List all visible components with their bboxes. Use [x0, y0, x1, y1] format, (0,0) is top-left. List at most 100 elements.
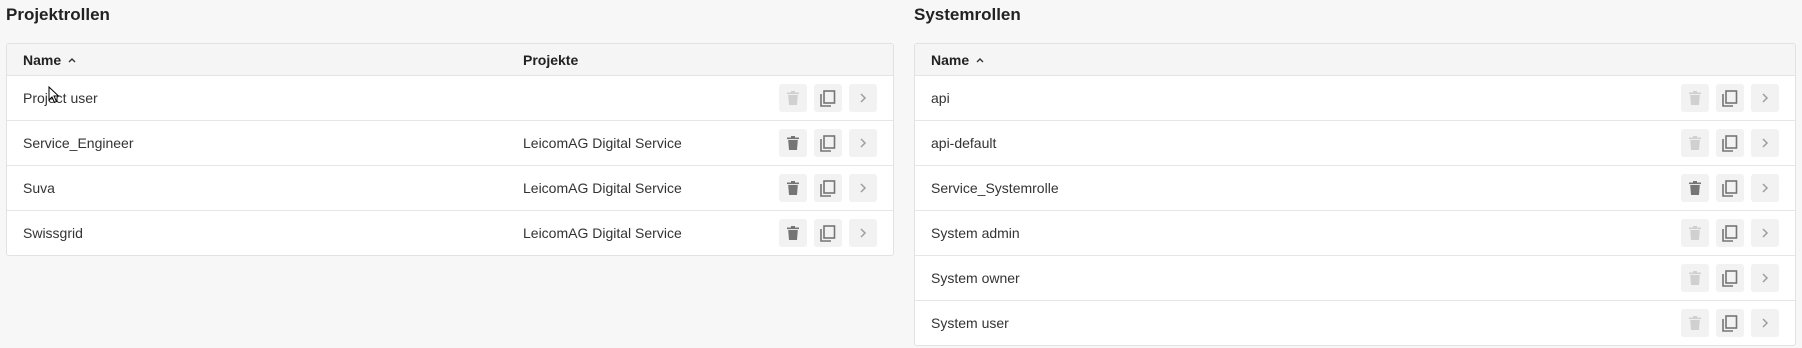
row-actions	[1681, 256, 1779, 300]
row-actions	[1681, 166, 1779, 210]
chevron-right-icon	[860, 93, 867, 103]
open-button[interactable]	[1751, 219, 1779, 247]
copy-button[interactable]	[1716, 84, 1744, 112]
table-header: Name Projekte	[7, 44, 893, 76]
open-button[interactable]	[849, 84, 877, 112]
table-row[interactable]: Project user	[7, 76, 893, 121]
open-button[interactable]	[1751, 174, 1779, 202]
open-button[interactable]	[1751, 129, 1779, 157]
trash-icon	[787, 91, 799, 105]
trash-icon	[1689, 271, 1701, 285]
open-button[interactable]	[1751, 309, 1779, 337]
project-roles-panel: Projektrollen Name Projekte Project user…	[6, 0, 894, 256]
row-actions	[1681, 121, 1779, 165]
chevron-right-icon	[1762, 183, 1769, 193]
name-column-header[interactable]: Name	[915, 52, 985, 68]
open-button[interactable]	[1751, 264, 1779, 292]
role-name: Service_Systemrolle	[931, 180, 1059, 196]
delete-button[interactable]	[1681, 129, 1709, 157]
table-header: Name	[915, 44, 1795, 76]
table-row[interactable]: api	[915, 76, 1795, 121]
chevron-right-icon	[1762, 273, 1769, 283]
trash-icon	[787, 136, 799, 150]
row-actions	[779, 211, 877, 255]
copy-button[interactable]	[814, 219, 842, 247]
delete-button[interactable]	[779, 84, 807, 112]
role-name: api	[931, 90, 950, 106]
table-row[interactable]: Suva LeicomAG Digital Service	[7, 166, 893, 211]
name-column-label: Name	[931, 51, 970, 68]
row-actions	[779, 166, 877, 210]
table-row[interactable]: System admin	[915, 211, 1795, 256]
delete-button[interactable]	[1681, 84, 1709, 112]
chevron-right-icon	[860, 138, 867, 148]
open-button[interactable]	[849, 129, 877, 157]
system-roles-panel: Systemrollen Name api api-default Service_…	[914, 0, 1796, 346]
copy-button[interactable]	[1716, 309, 1744, 337]
name-column-header[interactable]: Name	[7, 52, 523, 68]
delete-button[interactable]	[1681, 174, 1709, 202]
chevron-right-icon	[860, 228, 867, 238]
copy-button[interactable]	[814, 129, 842, 157]
copy-icon	[1722, 134, 1738, 152]
role-name: Suva	[23, 180, 55, 196]
copy-button[interactable]	[814, 84, 842, 112]
copy-icon	[1722, 269, 1738, 287]
row-actions	[1681, 211, 1779, 255]
copy-icon	[1722, 179, 1738, 197]
trash-icon	[1689, 226, 1701, 240]
project-roles-title: Projektrollen	[6, 5, 110, 24]
chevron-right-icon	[1762, 318, 1769, 328]
table-row[interactable]: Service_Systemrolle	[915, 166, 1795, 211]
row-actions	[1681, 76, 1779, 120]
role-project: LeicomAG Digital Service	[523, 135, 682, 151]
system-roles-table: Name api api-default Service_Systemrolle Sy…	[914, 43, 1796, 346]
trash-icon	[1689, 316, 1701, 330]
chevron-right-icon	[1762, 228, 1769, 238]
copy-button[interactable]	[1716, 219, 1744, 247]
table-row[interactable]: System user	[915, 301, 1795, 345]
trash-icon	[787, 226, 799, 240]
copy-button[interactable]	[1716, 129, 1744, 157]
row-actions	[779, 76, 877, 120]
delete-button[interactable]	[1681, 309, 1709, 337]
name-column-label: Name	[23, 51, 62, 68]
open-button[interactable]	[849, 174, 877, 202]
copy-icon	[820, 134, 836, 152]
delete-button[interactable]	[779, 129, 807, 157]
table-row[interactable]: System owner	[915, 256, 1795, 301]
open-button[interactable]	[849, 219, 877, 247]
chevron-up-icon	[68, 57, 76, 62]
role-project: LeicomAG Digital Service	[523, 225, 682, 241]
table-row[interactable]: Service_Engineer LeicomAG Digital Service	[7, 121, 893, 166]
role-name: System user	[931, 315, 1009, 331]
copy-icon	[820, 89, 836, 107]
trash-icon	[1689, 136, 1701, 150]
copy-icon	[820, 179, 836, 197]
chevron-right-icon	[860, 183, 867, 193]
trash-icon	[1689, 181, 1701, 195]
delete-button[interactable]	[779, 174, 807, 202]
delete-button[interactable]	[1681, 264, 1709, 292]
role-name: Project user	[23, 90, 98, 106]
role-name: Swissgrid	[23, 225, 83, 241]
role-name: System owner	[931, 270, 1020, 286]
role-project: LeicomAG Digital Service	[523, 180, 682, 196]
role-name: System admin	[931, 225, 1020, 241]
table-row[interactable]: Swissgrid LeicomAG Digital Service	[7, 211, 893, 255]
copy-icon	[820, 224, 836, 242]
role-name: api-default	[931, 135, 997, 151]
copy-icon	[1722, 89, 1738, 107]
trash-icon	[787, 181, 799, 195]
trash-icon	[1689, 91, 1701, 105]
copy-button[interactable]	[1716, 264, 1744, 292]
table-row[interactable]: api-default	[915, 121, 1795, 166]
delete-button[interactable]	[779, 219, 807, 247]
copy-button[interactable]	[814, 174, 842, 202]
open-button[interactable]	[1751, 84, 1779, 112]
copy-button[interactable]	[1716, 174, 1744, 202]
chevron-right-icon	[1762, 138, 1769, 148]
system-roles-rows: api api-default Service_Systemrolle System …	[915, 76, 1795, 345]
delete-button[interactable]	[1681, 219, 1709, 247]
chevron-right-icon	[1762, 93, 1769, 103]
